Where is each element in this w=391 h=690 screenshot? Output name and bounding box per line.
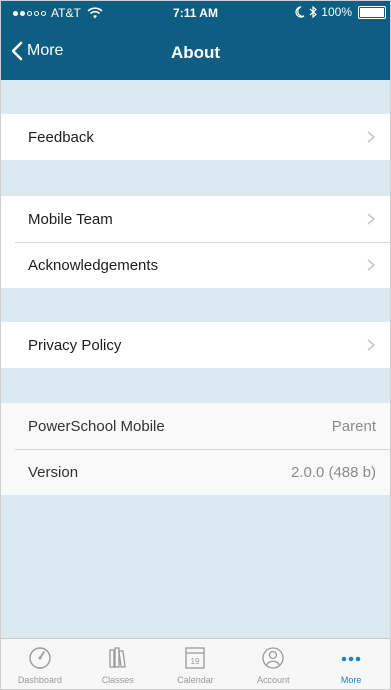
chevron-right-icon: [367, 213, 376, 225]
calendar-date: 19: [191, 657, 200, 666]
mobile-team-label: Mobile Team: [28, 210, 113, 228]
tab-bar: Dashboard Classes 19 Calendar Account Mo…: [1, 638, 390, 689]
tab-label: Classes: [101, 675, 134, 685]
acknowledgements-row[interactable]: Acknowledgements: [1, 242, 390, 288]
chevron-right-icon: [367, 339, 376, 351]
classes-icon: [109, 647, 126, 668]
tab-account[interactable]: Account: [234, 639, 312, 689]
tab-label: Account: [257, 675, 290, 685]
app-header: AT&T 7:11 AM 100% More About: [1, 1, 390, 80]
privacy-section: Privacy Policy: [1, 322, 390, 368]
team-section: Mobile Team Acknowledgements: [1, 196, 390, 288]
dashboard-icon: [29, 647, 51, 669]
nav-bar: More About: [1, 23, 390, 80]
tab-label: More: [340, 675, 362, 685]
version-label: Version: [28, 463, 79, 481]
page-title: About: [170, 43, 221, 62]
app-frame: AT&T 7:11 AM 100% More About Feedback Mo…: [0, 0, 391, 690]
version-row: Version 2.0.0 (488 b): [1, 449, 390, 495]
account-icon: [262, 647, 284, 669]
tab-label: Calendar: [177, 675, 214, 685]
tab-dashboard[interactable]: Dashboard: [1, 639, 79, 689]
battery-percent: 100%: [321, 5, 352, 19]
calendar-icon: 19: [185, 647, 206, 669]
privacy-policy-label: Privacy Policy: [28, 336, 122, 354]
version-value: 2.0.0 (488 b): [290, 463, 376, 481]
privacy-policy-row[interactable]: Privacy Policy: [1, 322, 390, 368]
app-name-row: PowerSchool Mobile Parent: [1, 403, 390, 449]
settings-content: Feedback Mobile Team Acknowledgements Pr…: [1, 80, 390, 638]
tab-more[interactable]: More: [312, 639, 390, 689]
tab-label: Dashboard: [17, 675, 62, 685]
moon-icon: [295, 6, 305, 18]
mobile-team-row[interactable]: Mobile Team: [1, 196, 390, 242]
feedback-row[interactable]: Feedback: [1, 114, 390, 160]
status-bar: AT&T 7:11 AM 100%: [1, 1, 390, 23]
feedback-label: Feedback: [28, 128, 94, 146]
tab-classes[interactable]: Classes: [79, 639, 157, 689]
app-name-label: PowerSchool Mobile: [28, 417, 165, 435]
battery-icon: [358, 5, 386, 19]
acknowledgements-label: Acknowledgements: [28, 256, 159, 274]
tab-calendar[interactable]: 19 Calendar: [157, 639, 235, 689]
more-icon: [341, 656, 361, 662]
app-info-section: PowerSchool Mobile Parent Version 2.0.0 …: [1, 403, 390, 495]
chevron-right-icon: [367, 259, 376, 271]
chevron-right-icon: [367, 131, 376, 143]
status-right: 100%: [295, 5, 386, 19]
app-variant-value: Parent: [331, 417, 376, 435]
bluetooth-icon: [309, 6, 318, 18]
feedback-section: Feedback: [1, 114, 390, 160]
